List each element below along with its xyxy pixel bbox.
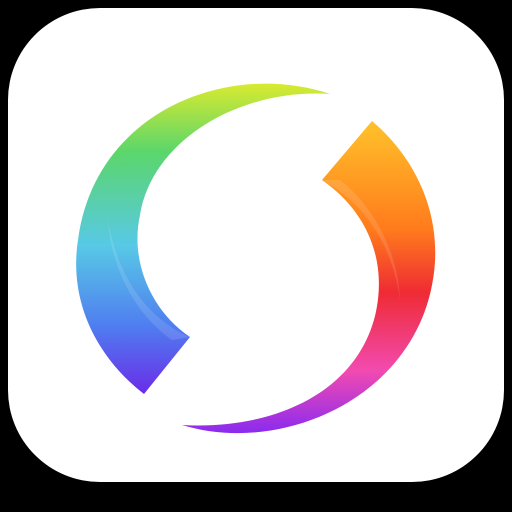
cool-crescent-shape (76, 83, 331, 394)
rainbow-swirl-s-icon (76, 83, 436, 434)
app-icon-canvas (0, 0, 512, 512)
